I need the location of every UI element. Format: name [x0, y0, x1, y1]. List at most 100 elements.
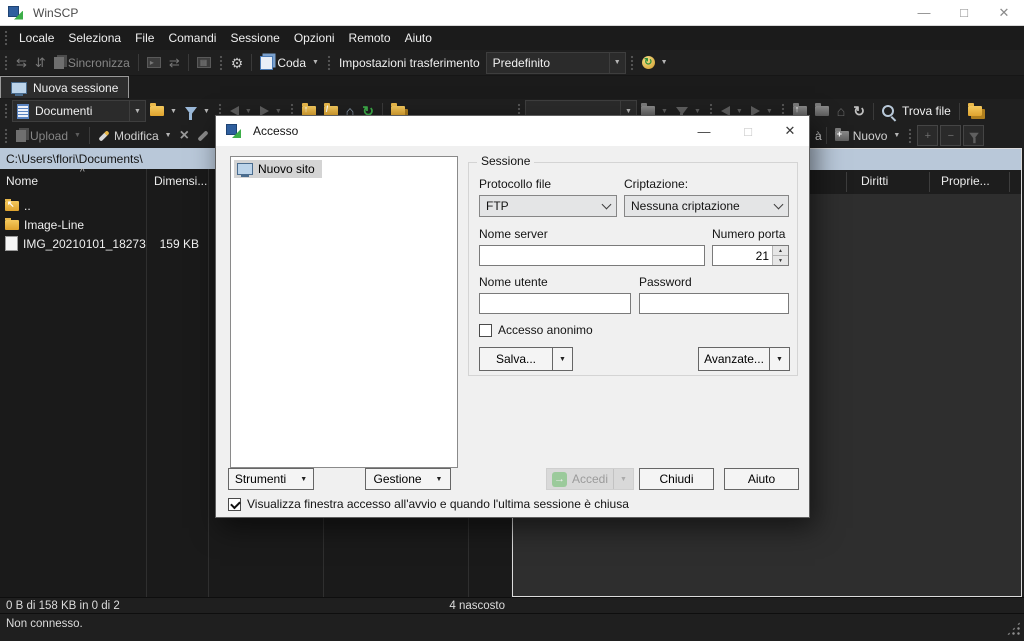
close-button[interactable]: Chiudi [639, 468, 714, 490]
remote-copy-path-button[interactable] [964, 100, 986, 122]
remote-root-directory-button[interactable] [811, 100, 833, 122]
column-divider[interactable] [846, 172, 847, 192]
save-dropdown-icon[interactable]: ▼ [552, 348, 572, 370]
advanced-dropdown-icon[interactable]: ▼ [769, 348, 789, 370]
new-button[interactable]: + Nuovo ▼ [831, 125, 905, 147]
toolbar-grip[interactable] [4, 55, 8, 71]
new-dropdown-icon[interactable]: ▼ [893, 132, 900, 139]
toolbar-grip[interactable] [630, 55, 634, 71]
column-header-owner[interactable]: Proprie... [941, 174, 990, 188]
transfer-options-button[interactable]: ↻ ▼ [638, 52, 672, 74]
dialog-minimize-icon[interactable]: — [685, 116, 723, 146]
menubar-grip[interactable] [4, 30, 8, 46]
login-dropdown-icon[interactable]: ▼ [613, 469, 633, 489]
synchronize-browsing-button[interactable]: ⇆ [12, 52, 31, 74]
swap-panels-button[interactable]: ⇵ [31, 52, 50, 74]
menu-seleziona[interactable]: Seleziona [61, 31, 128, 45]
forward-dropdown-icon[interactable]: ▼ [766, 108, 773, 115]
transfer-button[interactable]: ⇄ [165, 52, 184, 74]
select-filter-button[interactable] [963, 125, 984, 146]
dialog-close-icon[interactable]: ✕ [771, 116, 809, 146]
toolbar-grip[interactable] [4, 103, 8, 119]
back-dropdown-icon[interactable]: ▼ [736, 108, 743, 115]
find-file-button[interactable]: Trova file [878, 100, 955, 122]
advanced-button[interactable]: Avanzate... ▼ [698, 347, 790, 371]
anonymous-checkbox[interactable] [479, 324, 492, 337]
password-input[interactable] [639, 293, 789, 314]
edit-button[interactable]: Modifica ▼ [94, 125, 176, 147]
menu-comandi[interactable]: Comandi [161, 31, 223, 45]
tools-dropdown-icon: ▼ [300, 476, 307, 483]
queue-dropdown-icon[interactable]: ▼ [312, 59, 319, 66]
filter-dropdown-icon[interactable]: ▼ [694, 108, 701, 115]
dialog-maximize-icon[interactable]: □ [729, 116, 767, 146]
column-divider[interactable] [1009, 172, 1010, 192]
chevron-down-icon[interactable]: ▼ [609, 53, 625, 73]
save-button[interactable]: Salva... ▼ [479, 347, 573, 371]
tab-new-session[interactable]: Nuova sessione [0, 76, 129, 98]
select-remove-button[interactable]: − [940, 125, 961, 146]
column-header-name[interactable]: Nome ^ [0, 169, 152, 193]
close-icon[interactable]: ✕ [984, 0, 1024, 25]
queue-button[interactable]: Coda ▼ [256, 52, 323, 74]
open-directory-dropdown-icon[interactable]: ▼ [661, 108, 668, 115]
remote-home-directory-button[interactable]: ⌂ [833, 100, 849, 122]
column-header-size[interactable]: Dimensi... [146, 169, 216, 193]
manage-button[interactable]: Gestione ▼ [365, 468, 451, 490]
synchronize-button[interactable]: Sincronizza [50, 52, 134, 74]
filter-button[interactable]: ▼ [181, 100, 214, 122]
local-drive-combo[interactable]: Documenti ▼ [12, 100, 146, 122]
console-button[interactable]: ▸ [143, 52, 165, 74]
filter-dropdown-icon[interactable]: ▼ [203, 108, 210, 115]
minimize-icon[interactable]: — [904, 0, 944, 25]
spin-up-icon[interactable]: ▲ [773, 246, 788, 256]
upload-button[interactable]: Upload ▼ [12, 125, 85, 147]
column-divider[interactable] [929, 172, 930, 192]
column-header-rights[interactable]: Diritti [861, 174, 888, 188]
menu-sessione[interactable]: Sessione [223, 31, 286, 45]
properties-button-partial[interactable]: à [815, 129, 822, 143]
select-add-button[interactable]: + [917, 125, 938, 146]
background-transfers-button[interactable]: ▦ [193, 52, 215, 74]
open-directory-dropdown-icon[interactable]: ▼ [170, 108, 177, 115]
protocol-combo[interactable]: FTP [479, 195, 617, 217]
menu-file[interactable]: File [128, 31, 161, 45]
remote-refresh-button[interactable]: ↻ [849, 100, 869, 122]
back-dropdown-icon[interactable]: ▼ [245, 108, 252, 115]
forward-dropdown-icon[interactable]: ▼ [275, 108, 282, 115]
rename-button[interactable] [193, 125, 213, 147]
user-input[interactable] [479, 293, 631, 314]
delete-button[interactable]: × [176, 125, 193, 147]
manage-label: Gestione [374, 472, 422, 486]
toolbar-grip[interactable] [219, 55, 223, 71]
edit-dropdown-icon[interactable]: ▼ [165, 132, 172, 139]
site-list[interactable]: Nuovo sito [230, 156, 458, 468]
menu-opzioni[interactable]: Opzioni [287, 31, 342, 45]
transfer-options-dropdown-icon[interactable]: ▼ [661, 59, 668, 66]
show-login-checkbox-row[interactable]: Visualizza finestra accesso all'avvio e … [228, 497, 629, 511]
maximize-icon[interactable]: □ [944, 0, 984, 25]
menu-aiuto[interactable]: Aiuto [398, 31, 439, 45]
preferences-button[interactable]: ⚙ [227, 52, 248, 74]
transfer-settings-combo[interactable]: Predefinito ▼ [486, 52, 626, 74]
menu-remoto[interactable]: Remoto [342, 31, 398, 45]
login-button[interactable]: → Accedi ▼ [546, 468, 634, 490]
toolbar-grip[interactable] [4, 128, 8, 144]
resize-grip[interactable] [1006, 621, 1021, 636]
toolbar-grip[interactable] [908, 128, 912, 144]
show-login-checkbox[interactable] [228, 498, 241, 511]
encryption-combo[interactable]: Nessuna criptazione [624, 195, 789, 217]
site-item-new-site[interactable]: Nuovo sito [234, 160, 322, 178]
spin-down-icon[interactable]: ▼ [773, 256, 788, 265]
upload-dropdown-icon[interactable]: ▼ [74, 132, 81, 139]
port-stepper[interactable]: 21 ▲ ▼ [712, 245, 789, 266]
anonymous-checkbox-row[interactable]: Accesso anonimo [479, 323, 593, 337]
open-directory-button[interactable]: ▼ [146, 100, 181, 122]
menu-locale[interactable]: Locale [12, 31, 61, 45]
tools-button[interactable]: Strumenti ▼ [228, 468, 314, 490]
host-input[interactable] [479, 245, 705, 266]
chevron-down-icon[interactable]: ▼ [129, 101, 145, 121]
documents-icon [17, 104, 29, 119]
help-button[interactable]: Aiuto [724, 468, 799, 490]
toolbar-grip[interactable] [327, 55, 331, 71]
